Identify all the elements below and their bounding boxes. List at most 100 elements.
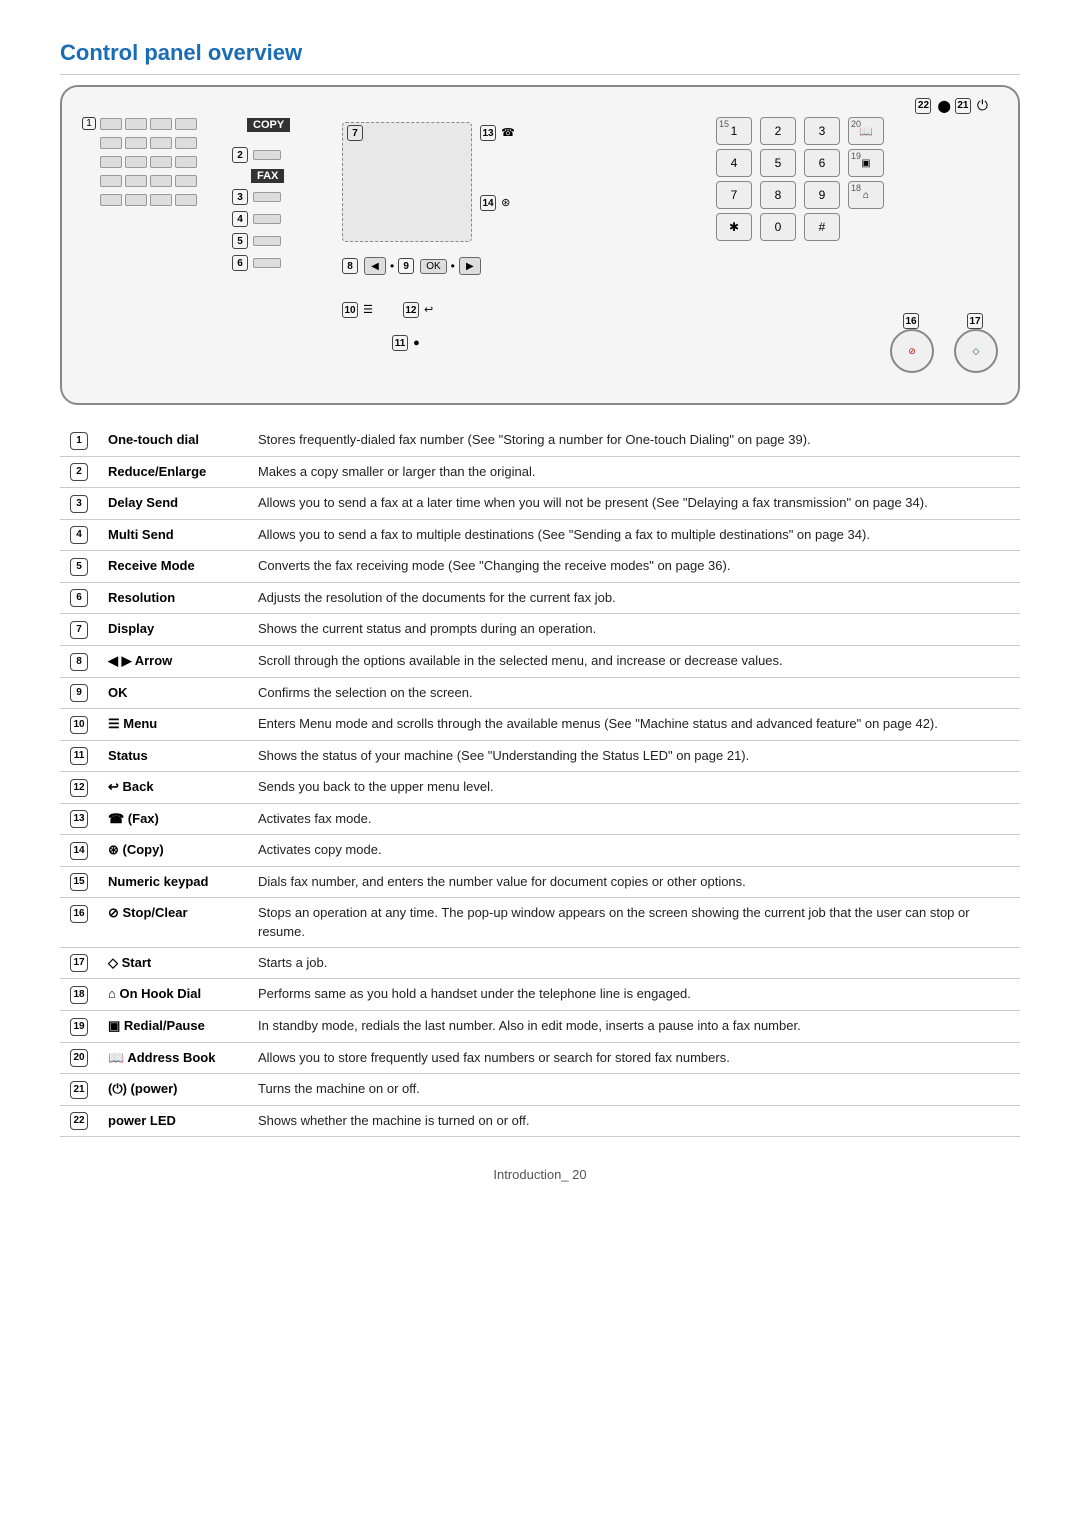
item-num: 21 <box>60 1074 100 1106</box>
start-button[interactable]: ◇ <box>954 329 998 373</box>
table-row: 10 ☰ Menu Enters Menu mode and scrolls t… <box>60 709 1020 741</box>
key-5[interactable]: 5 <box>760 149 796 177</box>
key-8[interactable]: 8 <box>760 181 796 209</box>
item-desc: Confirms the selection on the screen. <box>250 677 1020 709</box>
side-btn-6: 6 <box>232 255 284 271</box>
item-name: Status <box>100 740 250 772</box>
table-row: 11 Status Shows the status of your machi… <box>60 740 1020 772</box>
numeric-keypad-area: 15 1 2 3 20 📖 4 5 6 19 ▣ 7 8 9 18 ⌂ <box>716 117 888 241</box>
item-name: Receive Mode <box>100 551 250 583</box>
item-name: Numeric keypad <box>100 866 250 898</box>
item-num: 16 <box>60 898 100 947</box>
item-desc: Stores frequently-dialed fax number (See… <box>250 425 1020 456</box>
back-icon: ↩ <box>424 304 433 316</box>
key-6[interactable]: 6 <box>804 149 840 177</box>
table-row: 6 Resolution Adjusts the resolution of t… <box>60 582 1020 614</box>
item-desc: Starts a job. <box>250 947 1020 979</box>
fax-icon: ☎ <box>501 127 515 139</box>
item-desc: Turns the machine on or off. <box>250 1074 1020 1106</box>
table-row: 8 ◀ ▶ Arrow Scroll through the options a… <box>60 645 1020 677</box>
back-label-area: 12 ↩ <box>403 302 433 318</box>
item-name: Resolution <box>100 582 250 614</box>
item-name: Delay Send <box>100 488 250 520</box>
item-num: 15 <box>60 866 100 898</box>
table-row: 3 Delay Send Allows you to send a fax at… <box>60 488 1020 520</box>
item-name: ☎ (Fax) <box>100 803 250 835</box>
key-0[interactable]: 0 <box>760 213 796 241</box>
onetouch-dial-area: 1 1 1 <box>82 117 197 206</box>
item-name: 📖 Address Book <box>100 1042 250 1074</box>
page-footer: Introduction_ 20 <box>60 1167 1020 1182</box>
right-arrow-btn[interactable]: ▶ <box>459 257 481 275</box>
side-buttons-area: 2 FAX 3 4 5 6 <box>232 147 284 271</box>
item-num: 22 <box>60 1105 100 1137</box>
display-screen: 7 <box>342 122 472 242</box>
control-panel-diagram: 22 ⬤ 21 ⏻ 1 1 1 <box>60 85 1020 405</box>
item-name: ◇ Start <box>100 947 250 979</box>
item-name: ⌂ On Hook Dial <box>100 979 250 1011</box>
copy-label: COPY <box>247 118 290 132</box>
key-7[interactable]: 7 <box>716 181 752 209</box>
power-icon: ⏻ <box>977 97 988 114</box>
status-led-area: 11 ● <box>392 335 420 351</box>
item-desc: Shows the current status and prompts dur… <box>250 614 1020 646</box>
table-row: 15 Numeric keypad Dials fax number, and … <box>60 866 1020 898</box>
table-row: 21 (⏻) (power) Turns the machine on or o… <box>60 1074 1020 1106</box>
item-num: 14 <box>60 835 100 867</box>
key-9[interactable]: 9 <box>804 181 840 209</box>
item-desc: Dials fax number, and enters the number … <box>250 866 1020 898</box>
ok-button[interactable]: OK <box>420 259 446 274</box>
table-row: 18 ⌂ On Hook Dial Performs same as you h… <box>60 979 1020 1011</box>
item-name: Display <box>100 614 250 646</box>
item-num: 18 <box>60 979 100 1011</box>
item-desc: Stops an operation at any time. The pop-… <box>250 898 1020 947</box>
num21-badge: 21 <box>955 98 971 114</box>
key-addressbook[interactable]: 20 📖 <box>848 117 884 145</box>
table-row: 13 ☎ (Fax) Activates fax mode. <box>60 803 1020 835</box>
copy-icon: ⊛ <box>501 197 510 209</box>
key-2[interactable]: 2 <box>760 117 796 145</box>
item-desc: Allows you to store frequently used fax … <box>250 1042 1020 1074</box>
key-star[interactable]: ✱ <box>716 213 752 241</box>
item-desc: Enters Menu mode and scrolls through the… <box>250 709 1020 741</box>
item-name: (⏻) (power) <box>100 1074 250 1106</box>
item-name: Reduce/Enlarge <box>100 456 250 488</box>
stop-clear-button[interactable]: ⊘ <box>890 329 934 373</box>
key-hash[interactable]: # <box>804 213 840 241</box>
left-arrow-btn[interactable]: ◀ <box>364 257 386 275</box>
item-desc: Allows you to send a fax at a later time… <box>250 488 1020 520</box>
table-row: 7 Display Shows the current status and p… <box>60 614 1020 646</box>
key-4[interactable]: 4 <box>716 149 752 177</box>
item-num: 6 <box>60 582 100 614</box>
key-onhook[interactable]: 18 ⌂ <box>848 181 884 209</box>
item-desc: Makes a copy smaller or larger than the … <box>250 456 1020 488</box>
table-row: 16 ⊘ Stop/Clear Stops an operation at an… <box>60 898 1020 947</box>
item-num: 5 <box>60 551 100 583</box>
arrow-ok-area: 8 ◀ • 9 OK • ▶ <box>342 257 481 275</box>
item-name: ⊛ (Copy) <box>100 835 250 867</box>
item-desc: Performs same as you hold a handset unde… <box>250 979 1020 1011</box>
key-1[interactable]: 15 1 <box>716 117 752 145</box>
item-desc: Adjusts the resolution of the documents … <box>250 582 1020 614</box>
item-desc: Shows whether the machine is turned on o… <box>250 1105 1020 1137</box>
item-name: OK <box>100 677 250 709</box>
table-row: 2 Reduce/Enlarge Makes a copy smaller or… <box>60 456 1020 488</box>
item-num: 11 <box>60 740 100 772</box>
item-desc: Shows the status of your machine (See "U… <box>250 740 1020 772</box>
item-name: ☰ Menu <box>100 709 250 741</box>
side-btn-fax: FAX <box>232 169 284 183</box>
table-row: 12 ↩ Back Sends you back to the upper me… <box>60 772 1020 804</box>
item-num: 3 <box>60 488 100 520</box>
table-row: 9 OK Confirms the selection on the scree… <box>60 677 1020 709</box>
description-table: 1 One-touch dial Stores frequently-diale… <box>60 425 1020 1137</box>
onetouch-row-5: 1 <box>82 193 197 206</box>
page-title: Control panel overview <box>60 40 1020 75</box>
table-row: 17 ◇ Start Starts a job. <box>60 947 1020 979</box>
item-name: ↩ Back <box>100 772 250 804</box>
key-redial[interactable]: 19 ▣ <box>848 149 884 177</box>
key-3[interactable]: 3 <box>804 117 840 145</box>
menu-label-area: 10 ☰ <box>342 302 373 318</box>
item-name: ◀ ▶ Arrow <box>100 645 250 677</box>
side-btn-5: 5 <box>232 233 284 249</box>
power-area: 22 ⬤ 21 ⏻ <box>915 97 988 114</box>
